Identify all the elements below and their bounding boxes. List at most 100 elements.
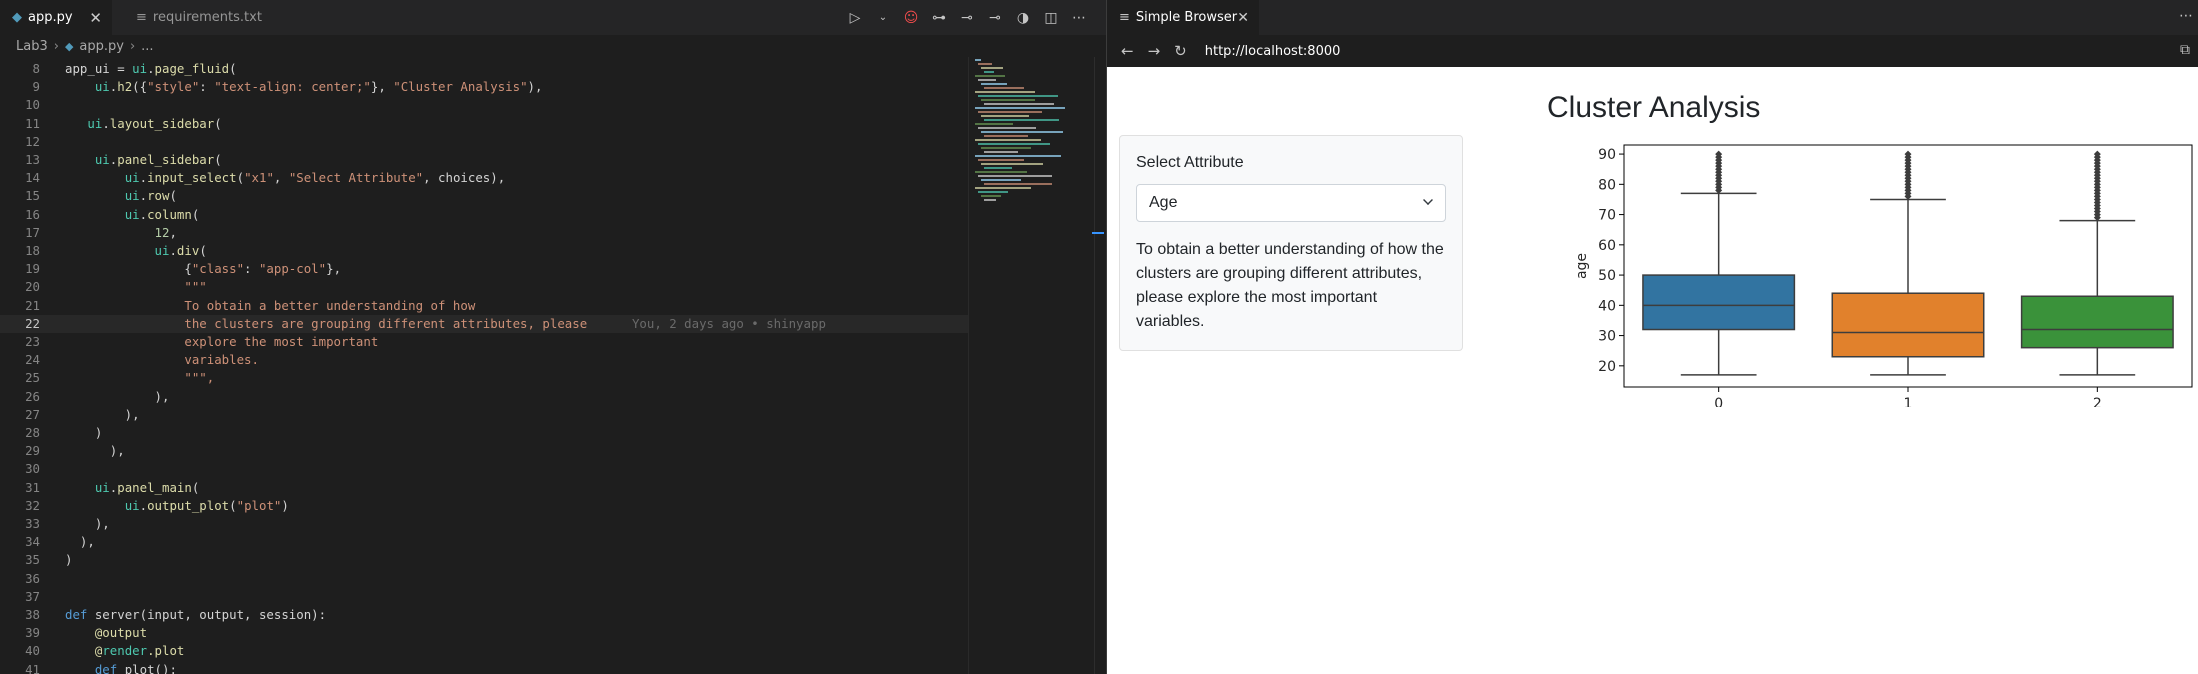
minimap-line [984,199,996,201]
back-icon[interactable]: ← [1121,42,1134,60]
code-line[interactable]: 13 ui.panel_sidebar( [0,151,968,169]
code-line[interactable]: 36 [0,570,968,588]
code-line[interactable]: 33 ), [0,515,968,533]
minimap-line [975,187,1031,189]
code-line[interactable]: 27 ), [0,406,968,424]
code-text: def server(input, output, session): [65,607,327,622]
timeline-icon[interactable]: ◑ [1014,9,1032,27]
code-text: ui.panel_main( [94,479,200,495]
forward-icon[interactable]: → [1148,42,1161,60]
split-editor-icon[interactable]: ◫ [1042,9,1060,27]
tab-simple-browser[interactable]: ≡ Simple Browser ✕ [1107,0,1259,35]
line-number: 17 [25,224,40,240]
code-text: ui.column( [124,206,200,222]
code-line[interactable]: 39 @output [0,624,968,642]
line-number: 25 [25,370,40,386]
y-tick-label: 60 [1598,238,1616,254]
tab-label: requirements.txt [152,10,262,25]
code-text: ), [65,388,170,404]
tab-requirements-txt[interactable]: ≡ requirements.txt [124,0,284,35]
git-compare-icon[interactable]: ⊶ [930,9,948,27]
code-line[interactable]: 19 {"class": "app-col"}, [0,260,968,278]
breadcrumb-symbol[interactable]: ... [141,39,153,54]
line-number: 24 [25,352,40,368]
code-text: 12, [154,224,177,240]
code-line[interactable]: 17 12, [0,224,968,242]
git-commit-next-icon[interactable]: ⊸ [986,9,1004,27]
code-line[interactable]: 28 ) [0,424,968,442]
code-line[interactable]: 25 """, [0,369,968,387]
code-line[interactable]: 9 ui.h2({"style": "text-align: center;"}… [0,78,968,96]
copilot-icon[interactable]: ☺ [902,9,920,27]
open-external-icon[interactable]: ⧉ [2180,42,2190,58]
code-line[interactable]: 11 ui.layout_sidebar( [0,115,968,133]
close-icon[interactable]: ✕ [1237,10,1249,26]
reload-icon[interactable]: ↻ [1174,42,1187,60]
minimap-line [984,87,1024,89]
close-icon[interactable]: ✕ [89,9,102,27]
code-line[interactable]: 34 ), [0,533,968,551]
breadcrumb-folder[interactable]: Lab3 [16,39,48,54]
code-text: ), [65,534,95,550]
line-number: 37 [25,588,40,604]
minimap-line [984,135,1028,137]
code-line[interactable]: 10 [0,96,968,114]
code-editor[interactable]: 8 app_ui = ui.page_fluid(9 ui.h2({"style"… [0,57,968,674]
minimap[interactable] [968,57,1088,674]
line-number: 28 [25,425,40,440]
line-number: 13 [25,152,40,167]
code-line[interactable]: 29 ), [0,442,968,460]
line-number: 29 [25,443,40,459]
code-line[interactable]: 18 ui.div( [0,242,968,260]
code-line[interactable]: 12 [0,133,968,151]
more-actions-icon[interactable]: ⋯ [2179,8,2193,24]
attribute-select[interactable]: Age [1136,184,1446,222]
line-number: 20 [25,279,40,295]
code-line[interactable]: 14 ui.input_select("x1", "Select Attribu… [0,169,968,187]
line-number: 27 [25,406,40,422]
more-actions-icon[interactable]: ⋯ [1070,9,1088,27]
minimap-line [981,163,1043,165]
line-number: 9 [32,79,40,95]
code-line[interactable]: 22 the clusters are grouping different a… [0,314,968,333]
line-number: 33 [25,516,40,531]
code-line[interactable]: 26 ), [0,388,968,406]
breadcrumb: Lab3 › ◆ app.py › ... [0,35,1106,57]
code-line[interactable]: 15 ui.row( [0,187,968,205]
run-icon[interactable]: ▷ [846,9,864,27]
minimap-line [981,99,1035,101]
url-input[interactable]: http://localhost:8000 [1205,44,1341,59]
code-line[interactable]: 38 def server(input, output, session): [0,606,968,624]
code-text: ) [65,552,73,568]
python-file-icon: ◆ [12,10,22,25]
x-tick-label: 1 [1904,396,1913,407]
code-line[interactable]: 24 variables. [0,351,968,369]
code-text: ), [65,443,125,459]
code-line[interactable]: 31 ui.panel_main( [0,479,968,497]
git-commit-icon[interactable]: ⊸ [958,9,976,27]
code-line[interactable]: 30 [0,460,968,478]
code-text: ), [65,516,110,531]
box-cluster-0 [1642,274,1796,331]
code-line[interactable]: 35) [0,551,968,569]
code-text: ui.layout_sidebar( [87,115,222,131]
code-line[interactable]: 20 """ [0,278,968,296]
code-line[interactable]: 16 ui.column( [0,206,968,224]
minimap-line [975,107,1065,109]
code-line[interactable]: 8 app_ui = ui.page_fluid( [0,60,968,78]
code-line[interactable]: 21 To obtain a better understanding of h… [0,297,968,315]
minimap-line [978,63,992,65]
chevron-down-icon[interactable]: ⌄ [874,9,892,27]
editor-tab-bar: ◆ app.py ✕ ≡ requirements.txt ▷ ⌄ ☺ ⊶ ⊸ … [0,0,1106,35]
vertical-scrollbar[interactable] [1094,57,1106,674]
code-line[interactable]: 37 [0,588,968,606]
scrollbar-cursor-marker [1092,232,1104,234]
minimap-line [984,103,1054,105]
tab-app-py[interactable]: ◆ app.py ✕ [0,0,112,35]
code-line[interactable]: 41 def plot(): [0,661,968,674]
web-page: Cluster Analysis Select Attribute Age To… [1107,67,2198,674]
breadcrumb-file[interactable]: app.py [79,39,124,54]
code-line[interactable]: 23 explore the most important [0,333,968,351]
code-line[interactable]: 32 ui.output_plot("plot") [0,497,968,515]
code-line[interactable]: 40 @render.plot [0,642,968,660]
